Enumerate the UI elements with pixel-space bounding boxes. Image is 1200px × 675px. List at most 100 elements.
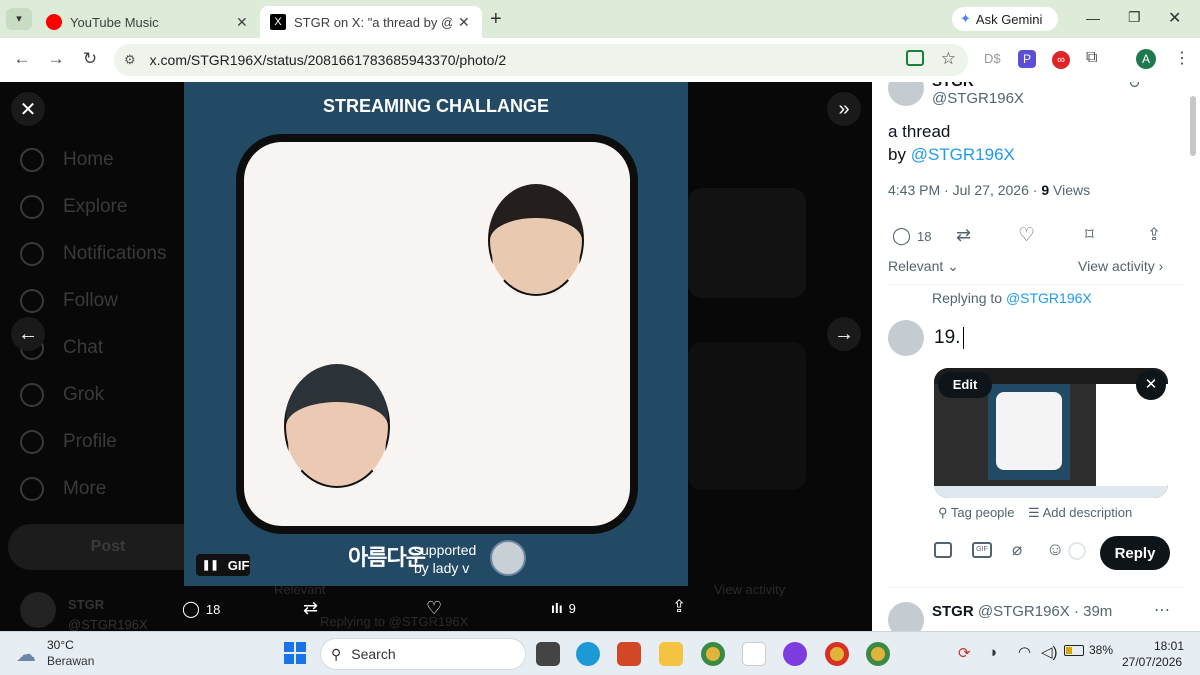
close-icon[interactable]: ✕ xyxy=(458,14,470,31)
maximize-button[interactable]: ❐ xyxy=(1128,9,1141,26)
grok-small-icon[interactable]: ↻ xyxy=(1128,82,1141,92)
battery-indicator[interactable]: 38% xyxy=(1064,643,1113,657)
powerpoint-icon[interactable] xyxy=(617,642,641,666)
replying-handle[interactable]: @STGR196X xyxy=(1006,290,1092,306)
taskbar-search[interactable]: ⚲ Search xyxy=(320,638,526,670)
double-chevron-right-icon: » xyxy=(838,97,850,120)
account-handle: @STGR196X xyxy=(68,617,148,631)
add-description-button[interactable]: ☰ Add description xyxy=(1028,505,1132,521)
sort-dropdown[interactable]: Relevant ⌄ xyxy=(888,258,959,275)
weather-temp: 30°C xyxy=(47,638,74,652)
file-explorer-icon[interactable] xyxy=(659,642,683,666)
author-handle[interactable]: @STGR196X xyxy=(932,90,1024,107)
reply-action[interactable]: ◯ 18 xyxy=(182,599,220,619)
remove-image-button[interactable]: ✕ xyxy=(1136,370,1166,400)
views-action[interactable]: ılı 9 xyxy=(551,600,576,616)
nav-grok[interactable]: Grok xyxy=(20,383,104,407)
grok-picker-icon[interactable]: ⌀ xyxy=(1012,540,1022,560)
start-button[interactable] xyxy=(284,642,306,664)
close-icon[interactable]: ✕ xyxy=(236,14,248,31)
share-stat[interactable]: ⇪ xyxy=(1147,225,1161,245)
next-reply-handle[interactable]: @STGR196X xyxy=(978,603,1070,620)
tab-list-button[interactable]: ▾ xyxy=(6,8,32,30)
reply-stat[interactable]: ◯ 18 xyxy=(892,226,932,246)
nav-profile[interactable]: Profile xyxy=(20,430,117,454)
bookmark-stat[interactable]: ⌑ xyxy=(1085,225,1094,245)
security-tray-icon[interactable]: ⟳ xyxy=(958,644,971,662)
reply-button[interactable]: Reply xyxy=(1100,536,1170,570)
tab-x-thread[interactable]: X STGR on X: "a thread by @STGR ✕ xyxy=(260,6,482,38)
gif-picker-icon[interactable]: GIF xyxy=(972,542,992,558)
wifi-icon[interactable]: ◠ xyxy=(1018,643,1031,661)
next-reply-avatar[interactable] xyxy=(888,602,924,631)
post-button[interactable]: Post xyxy=(8,524,208,570)
edge-icon[interactable] xyxy=(576,642,600,666)
chrome-icon[interactable] xyxy=(701,642,725,666)
site-info-icon[interactable]: ⚙ xyxy=(124,52,136,68)
pause-icon[interactable]: ❚❚ xyxy=(202,560,219,571)
install-app-icon[interactable] xyxy=(906,50,924,66)
tweet-mention-link[interactable]: @STGR196X xyxy=(911,145,1015,164)
nav-label: Follow xyxy=(63,290,118,311)
reload-button[interactable]: ↻ xyxy=(76,49,104,69)
gemini-icon: ✦ xyxy=(960,11,971,26)
share-action[interactable]: ⇪ xyxy=(672,597,686,617)
like-action[interactable]: ♡ xyxy=(426,598,442,619)
ask-gemini-button[interactable]: ✦ Ask Gemini xyxy=(952,7,1058,31)
composer-input[interactable]: 19. xyxy=(934,327,965,349)
more-options-icon[interactable]: ⋯ xyxy=(1154,600,1170,620)
extension-infinity-icon[interactable]: ∞ xyxy=(1052,51,1070,69)
chevron-down-icon: ⌄ xyxy=(947,258,959,274)
browser-menu-icon[interactable]: ⋮ xyxy=(1174,48,1190,68)
account-avatar[interactable] xyxy=(20,592,56,628)
view-activity-link[interactable]: View activity › xyxy=(1078,258,1163,274)
extensions-puzzle-icon[interactable]: ⧉ xyxy=(1086,49,1097,67)
nav-more[interactable]: More xyxy=(20,477,106,501)
nav-notifications[interactable]: Notifications xyxy=(20,242,167,266)
nav-follow[interactable]: Follow xyxy=(20,289,118,313)
close-window-button[interactable]: ✕ xyxy=(1168,8,1181,28)
task-view-icon[interactable] xyxy=(536,642,560,666)
app-m-icon[interactable] xyxy=(742,642,766,666)
emoji-picker-icon[interactable]: ☺ xyxy=(1046,539,1064,560)
extension-p-icon[interactable]: P xyxy=(1018,50,1036,68)
media-image[interactable]: STREAMING CHALLANGE 아름다운 supported by la… xyxy=(184,82,688,586)
previous-photo-button[interactable]: ← xyxy=(11,317,45,351)
media-picker-icon[interactable] xyxy=(934,542,952,558)
clock-date[interactable]: 27/07/2026 xyxy=(1122,655,1182,669)
sidebar-scrollbar[interactable] xyxy=(1190,96,1196,156)
bookmark-star-icon[interactable]: ☆ xyxy=(941,49,956,69)
next-reply-time[interactable]: · 39m xyxy=(1074,603,1112,620)
forward-button[interactable]: → xyxy=(42,49,70,69)
clock-time[interactable]: 18:01 xyxy=(1154,639,1184,653)
back-button[interactable]: ← xyxy=(8,49,36,69)
canva-icon[interactable] xyxy=(783,642,807,666)
next-reply-name[interactable]: STGR xyxy=(932,603,974,620)
collapse-sidebar-button[interactable]: » xyxy=(827,92,861,126)
extension-dollar-icon[interactable]: D$ xyxy=(984,51,1001,66)
chrome-guest-icon[interactable] xyxy=(866,642,890,666)
nav-explore[interactable]: Explore xyxy=(20,195,127,219)
gif-control[interactable]: ❚❚ GIF xyxy=(196,554,250,576)
close-viewer-button[interactable]: ✕ xyxy=(11,92,45,126)
weather-icon[interactable]: ☁ xyxy=(16,642,36,667)
volume-icon[interactable]: ◁) xyxy=(1041,643,1058,661)
author-name[interactable]: STGR xyxy=(932,82,974,90)
profile-avatar[interactable]: A xyxy=(1136,49,1156,69)
author-avatar[interactable] xyxy=(888,82,924,106)
chrome-profile-icon[interactable] xyxy=(825,642,849,666)
tweet-time[interactable]: 4:43 PM · Jul 27, 2026 · xyxy=(888,182,1037,198)
repost-action[interactable]: ⇄ xyxy=(303,598,318,619)
like-stat[interactable]: ♡ xyxy=(1018,224,1035,247)
network-tray-icon[interactable]: ◑ xyxy=(988,644,997,661)
new-tab-button[interactable]: + xyxy=(490,8,502,31)
tab-youtube-music[interactable]: YouTube Music ✕ xyxy=(36,6,258,38)
nav-home[interactable]: Home xyxy=(20,148,114,172)
edit-image-button[interactable]: Edit xyxy=(938,372,992,398)
repost-stat[interactable]: ⇄ xyxy=(956,225,971,246)
next-photo-button[interactable]: → xyxy=(827,317,861,351)
address-bar[interactable]: ⚙ x.com/STGR196X/status/2081661783685943… xyxy=(114,44,968,76)
tag-people-button[interactable]: ⚲ Tag people xyxy=(938,505,1015,521)
thumb-mini-canvas xyxy=(996,392,1062,470)
minimize-button[interactable]: — xyxy=(1086,10,1100,26)
